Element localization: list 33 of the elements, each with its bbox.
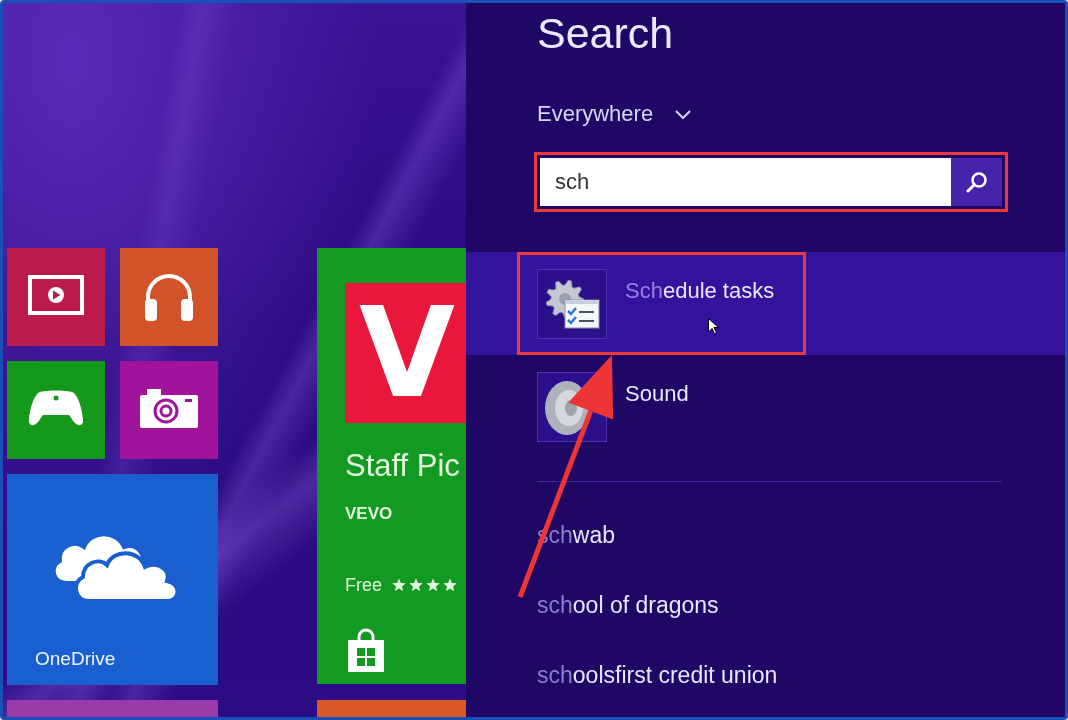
tile-subtitle: VEVO <box>345 503 393 525</box>
app-logo: V <box>345 283 466 423</box>
tile[interactable] <box>7 248 105 346</box>
scope-dropdown[interactable]: Everywhere <box>537 99 692 129</box>
game-controller-icon <box>28 389 84 427</box>
star-icon <box>426 578 440 592</box>
tile-label: OneDrive <box>35 647 116 671</box>
result-title: Sound <box>625 380 689 408</box>
star-icon <box>392 578 406 592</box>
search-suggestion[interactable]: schoolsfirst credit union <box>537 660 778 690</box>
star-icon <box>443 578 457 592</box>
pane-title: Search <box>537 8 674 58</box>
shopping-bag-icon <box>345 628 387 672</box>
video-icon <box>28 275 84 315</box>
search-field[interactable]: sch <box>540 158 951 206</box>
search-suggestion[interactable]: school of dragons <box>537 590 719 620</box>
tile[interactable] <box>7 361 105 459</box>
tile[interactable] <box>120 248 218 346</box>
chevron-down-icon <box>675 109 692 119</box>
tile[interactable] <box>120 361 218 459</box>
price-label: Free <box>345 574 382 597</box>
task-scheduler-icon <box>537 269 607 339</box>
camera-icon <box>140 388 198 428</box>
tile[interactable]: OneDrive <box>7 474 218 685</box>
search-result[interactable]: Schedule tasks <box>466 252 1065 355</box>
tile[interactable] <box>7 700 218 717</box>
search-button[interactable] <box>951 158 1002 206</box>
tile[interactable] <box>317 700 466 717</box>
tile[interactable]: V Staff Pic VEVO Free <box>317 248 466 684</box>
result-title: Schedule tasks <box>625 277 775 305</box>
star-icon <box>409 578 423 592</box>
tile-title: Staff Pic <box>345 447 460 485</box>
search-icon <box>965 171 988 193</box>
